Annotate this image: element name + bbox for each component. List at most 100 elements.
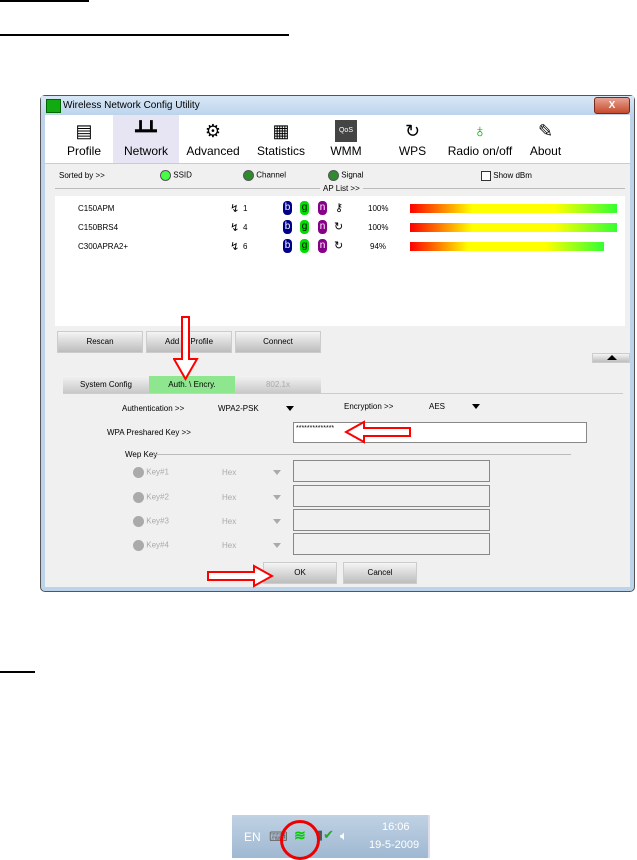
key3-radio[interactable]: Key#3: [133, 516, 169, 527]
authentication-label: Authentication >>: [122, 404, 185, 413]
client-area: ▤ Profile ┻┻ Network ⚙ Advanced ▦ Statistics…: [45, 115, 630, 587]
tab-8021x[interactable]: 802.1x: [235, 376, 321, 393]
toolbar-label: Radio on/off: [447, 144, 513, 158]
ap-ssid: C150APM: [78, 204, 115, 213]
dropdown-arrow-icon[interactable]: [286, 406, 294, 411]
show-desktop-button[interactable]: [428, 815, 430, 858]
sort-ssid-label: SSID: [173, 170, 192, 180]
key3-input[interactable]: [293, 509, 490, 531]
toolbar-network[interactable]: ┻┻ Network: [113, 115, 179, 163]
title-bar: Wireless Network Config Utility X: [41, 96, 634, 115]
dropdown-arrow-icon[interactable]: [273, 495, 281, 500]
ap-ssid: C300APRA2+: [78, 242, 129, 251]
volume-icon[interactable]: 🔈︎: [340, 828, 348, 844]
sort-ssid[interactable]: SSID: [160, 170, 192, 181]
connect-button[interactable]: Connect: [235, 331, 321, 353]
rescan-button[interactable]: Rescan: [57, 331, 143, 353]
ap-channel: 6: [243, 242, 248, 251]
cancel-button[interactable]: Cancel: [343, 562, 417, 584]
red-arrow-left-icon: [344, 420, 411, 444]
psk-input[interactable]: **************: [293, 422, 587, 443]
checkbox-icon: [481, 171, 491, 181]
toolbar-wmm[interactable]: QoS WMM: [321, 115, 371, 163]
key-label: Key#1: [146, 467, 169, 477]
toolbar-statistics[interactable]: ▦ Statistics: [251, 115, 311, 163]
mode-n-badge: n: [318, 201, 327, 215]
ap-row[interactable]: C300APRA2+ ↯ 6 b g n ↻ 94%: [55, 239, 625, 255]
ap-signal: 100%: [368, 204, 389, 213]
authentication-select[interactable]: WPA2-PSK: [218, 404, 259, 413]
key1-radio[interactable]: Key#1: [133, 467, 169, 478]
signal-bar: [410, 242, 604, 251]
window-title: Wireless Network Config Utility: [63, 100, 200, 111]
language-indicator[interactable]: EN: [244, 830, 261, 844]
ap-list: C150APM ↯ 1 b g n ⚷ 100% C150BRS4 ↯ 4 b …: [55, 196, 625, 326]
key-format-select[interactable]: Hex: [222, 493, 236, 502]
gear-icon: ⚙: [204, 121, 222, 141]
channel-icon: ↯: [230, 241, 240, 253]
wps-icon: ↻: [334, 240, 344, 252]
sort-signal[interactable]: Signal: [328, 170, 363, 181]
key1-input[interactable]: [293, 460, 490, 482]
mode-b-badge: b: [283, 201, 292, 215]
ap-ssid: C150BRS4: [78, 223, 119, 232]
divider: [153, 454, 571, 455]
radio-icon: [160, 170, 171, 181]
toolbar-advanced[interactable]: ⚙ Advanced: [183, 115, 243, 163]
ap-signal: 100%: [368, 223, 389, 232]
toolbar-label: WMM: [330, 144, 362, 158]
encryption-select[interactable]: AES: [429, 402, 445, 411]
ap-channel: 4: [243, 223, 248, 232]
key-format-select[interactable]: Hex: [222, 541, 236, 550]
ok-button[interactable]: OK: [263, 562, 337, 584]
about-icon: ✎: [537, 121, 554, 141]
key2-radio[interactable]: Key#2: [133, 492, 169, 503]
dropdown-arrow-icon[interactable]: [273, 519, 281, 524]
mode-g-badge: g: [300, 239, 309, 253]
qos-icon: QoS: [335, 120, 357, 142]
toolbar-label: About: [529, 144, 562, 158]
channel-icon: ↯: [230, 203, 240, 215]
tab-system-config[interactable]: System Config: [63, 376, 149, 393]
toolbar-profile[interactable]: ▤ Profile: [59, 115, 109, 163]
radio-icon: [328, 170, 339, 181]
toolbar: ▤ Profile ┻┻ Network ⚙ Advanced ▦ Statistics…: [45, 115, 630, 164]
key4-radio[interactable]: Key#4: [133, 540, 169, 551]
divider: [63, 393, 623, 394]
key4-input[interactable]: [293, 533, 490, 555]
sort-signal-label: Signal: [341, 170, 364, 180]
key-label: Key#2: [146, 492, 169, 502]
radio-icon: [133, 516, 144, 527]
collapse-button[interactable]: [592, 353, 630, 363]
chevron-up-icon: [607, 355, 617, 360]
wps-icon: ↻: [334, 221, 344, 233]
radio-icon: [133, 540, 144, 551]
key2-input[interactable]: [293, 485, 490, 507]
ap-row[interactable]: C150APM ↯ 1 b g n ⚷ 100%: [55, 201, 625, 217]
mode-b-badge: b: [283, 220, 292, 234]
dropdown-arrow-icon[interactable]: [472, 404, 480, 409]
toolbar-wps[interactable]: ↻ WPS: [390, 115, 435, 163]
ap-list-label: AP List >>: [320, 184, 363, 193]
key-label: Key#4: [146, 540, 169, 550]
statistics-icon: ▦: [272, 121, 290, 141]
highlight-circle: [280, 820, 320, 860]
toolbar-label: Network: [123, 144, 168, 158]
show-dbm-label: Show dBm: [493, 171, 532, 181]
toolbar-about[interactable]: ✎ About: [523, 115, 568, 163]
clock-date[interactable]: 19-5-2009: [369, 839, 419, 851]
key-format-select[interactable]: Hex: [222, 517, 236, 526]
red-arrow-down-icon: [173, 316, 199, 381]
show-dbm-checkbox[interactable]: Show dBm: [481, 171, 532, 181]
dropdown-arrow-icon[interactable]: [273, 543, 281, 548]
radio-icon: [133, 492, 144, 503]
toolbar-radio[interactable]: ♁ Radio on/off: [445, 115, 515, 163]
encryption-label: Encryption >>: [344, 402, 394, 411]
sort-channel[interactable]: Channel: [243, 170, 286, 181]
ap-row[interactable]: C150BRS4 ↯ 4 b g n ↻ 100%: [55, 220, 625, 236]
clock-time[interactable]: 16:06: [382, 821, 410, 833]
close-button[interactable]: X: [594, 97, 630, 114]
dropdown-arrow-icon[interactable]: [273, 470, 281, 475]
key-format-select[interactable]: Hex: [222, 468, 236, 477]
key-label: Key#3: [146, 516, 169, 526]
